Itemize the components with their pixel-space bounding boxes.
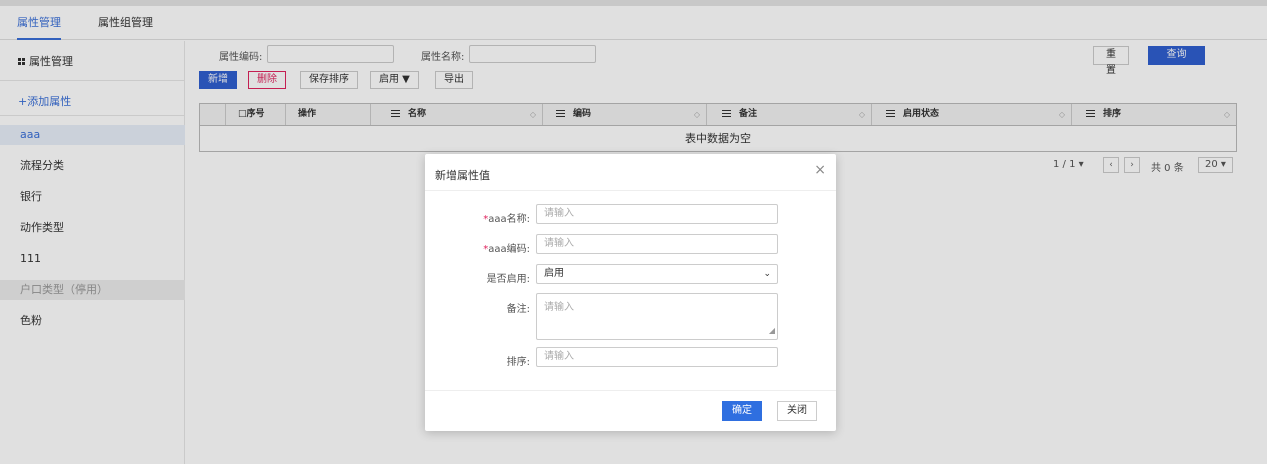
code-field-label: *aaa编码: bbox=[483, 244, 530, 255]
divider bbox=[425, 390, 836, 391]
code-field[interactable]: 请输入 bbox=[536, 234, 778, 254]
sort-field-label: 排序: bbox=[506, 357, 530, 368]
resize-grip-icon[interactable]: ◢ bbox=[769, 324, 775, 338]
close-icon[interactable]: × bbox=[814, 162, 826, 178]
confirm-button[interactable]: 确定 bbox=[722, 401, 762, 421]
remark-textarea[interactable]: 请输入 ◢ bbox=[536, 293, 778, 340]
dialog-title: 新增属性值 bbox=[435, 169, 490, 182]
name-field-label: *aaa名称: bbox=[483, 214, 530, 225]
enabled-select[interactable]: 启用 ⌄ bbox=[536, 264, 778, 284]
enabled-select-value: 启用 bbox=[544, 268, 564, 279]
divider bbox=[425, 190, 836, 191]
enabled-field-label: 是否启用: bbox=[486, 274, 530, 285]
remark-field-label: 备注: bbox=[506, 304, 530, 315]
sort-field[interactable]: 请输入 bbox=[536, 347, 778, 367]
chevron-down-icon: ⌄ bbox=[763, 269, 771, 279]
name-field[interactable]: 请输入 bbox=[536, 204, 778, 224]
close-button[interactable]: 关闭 bbox=[777, 401, 817, 421]
add-attribute-value-dialog: 新增属性值 × *aaa名称: 请输入 *aaa编码: 请输入 是否启用: 启用… bbox=[425, 154, 836, 431]
